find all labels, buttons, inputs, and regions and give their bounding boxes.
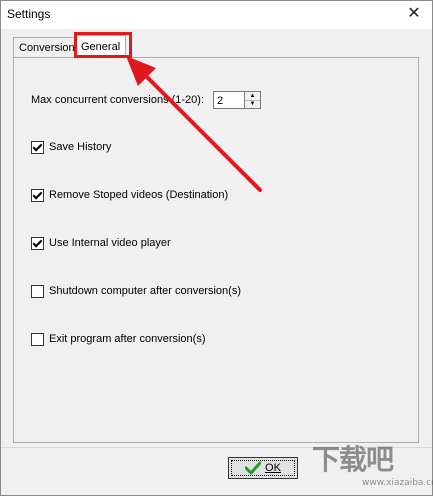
ok-label: OK [265, 462, 281, 474]
save-history-label: Save History [49, 141, 112, 153]
shutdown-checkbox[interactable] [31, 285, 44, 298]
shutdown-label: Shutdown computer after conversion(s) [49, 285, 241, 297]
internal-player-label: Use Internal video player [49, 237, 171, 249]
watermark: 下载吧 www.xiazaiba.com [312, 438, 433, 490]
exit-program-label: Exit program after conversion(s) [49, 333, 206, 345]
spin-down-icon[interactable]: ▼ [245, 100, 260, 108]
tab-conversion[interactable]: Conversion [13, 37, 81, 58]
remove-stoped-label: Remove Stoped videos (Destination) [49, 189, 229, 201]
max-concurrent-input[interactable]: 2 [213, 91, 245, 109]
close-icon[interactable]: ✕ [402, 3, 426, 25]
watermark-logo: 下载吧 [312, 443, 394, 476]
title-bar: Settings ✕ [1, 1, 432, 29]
tab-general[interactable]: General [75, 35, 127, 58]
internal-player-checkbox[interactable] [31, 237, 44, 250]
save-history-checkbox[interactable] [31, 141, 44, 154]
general-tab-panel: Max concurrent conversions (1-20): 2 ▲ ▼… [13, 57, 419, 443]
remove-stoped-checkbox[interactable] [31, 189, 44, 202]
exit-program-checkbox[interactable] [31, 333, 44, 346]
settings-window: Settings ✕ Conversion General Max concur… [0, 0, 433, 496]
watermark-url: www.xiazaiba.com [362, 478, 433, 488]
max-concurrent-stepper[interactable]: ▲ ▼ [245, 91, 261, 109]
window-title: Settings [7, 7, 51, 21]
checkmark-icon [245, 461, 262, 475]
max-concurrent-label: Max concurrent conversions (1-20): [31, 94, 205, 106]
ok-button[interactable]: OK [228, 457, 298, 479]
